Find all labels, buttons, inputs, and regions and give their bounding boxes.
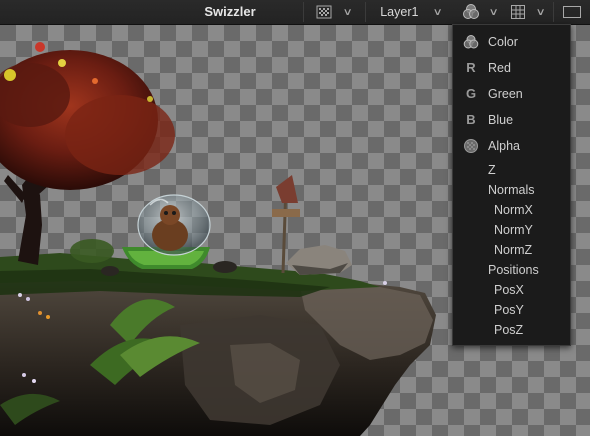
menu-item-label: Blue <box>488 113 514 127</box>
chevron-down-icon: ∨ <box>488 6 500 18</box>
menu-item-label: Z <box>488 163 496 177</box>
menu-item-posx[interactable]: PosX <box>453 279 570 301</box>
menu-item-normals[interactable]: Normals <box>453 179 570 201</box>
menu-item-label: Normals <box>488 183 535 197</box>
red-channel-icon: R <box>466 60 476 75</box>
chevron-down-icon: ∨ <box>342 6 354 18</box>
menu-item-label: Alpha <box>488 139 520 153</box>
viewer-title: Swizzler <box>204 4 256 19</box>
menu-item-green[interactable]: G Green <box>453 83 570 105</box>
menu-item-z[interactable]: Z <box>453 159 570 181</box>
menu-item-posy[interactable]: PosY <box>453 299 570 321</box>
blue-channel-icon: B <box>466 112 476 127</box>
menu-item-normx[interactable]: NormX <box>453 199 570 221</box>
color-channels-icon <box>463 34 479 50</box>
menu-item-label: Red <box>488 61 511 75</box>
menu-item-color[interactable]: Color <box>453 31 570 53</box>
menu-item-label: Color <box>488 35 518 49</box>
color-channels-icon <box>463 4 480 19</box>
menu-item-label: NormX <box>494 203 533 217</box>
toolbar-divider <box>365 2 366 22</box>
menu-item-label: NormZ <box>494 243 533 257</box>
menu-item-label: PosX <box>494 283 524 297</box>
menu-item-positions[interactable]: Positions <box>453 259 570 281</box>
channel-selector[interactable]: ∨ <box>458 0 502 24</box>
viewer-toolbar: Swizzler ∨ Layer1 ∨ ∨ ∨ <box>0 0 590 25</box>
fit-view-button[interactable] <box>558 0 586 24</box>
view-mode-button[interactable]: ∨ <box>312 0 356 24</box>
menu-item-label: PosY <box>494 303 524 317</box>
guides-button[interactable]: ∨ <box>506 0 550 24</box>
menu-item-normy[interactable]: NormY <box>453 219 570 241</box>
checker-view-icon <box>316 5 332 19</box>
green-channel-icon: G <box>465 86 477 101</box>
chevron-down-icon: ∨ <box>432 6 444 18</box>
menu-item-label: Positions <box>488 263 539 277</box>
frame-icon <box>563 6 581 18</box>
menu-item-normz[interactable]: NormZ <box>453 239 570 261</box>
menu-item-posz[interactable]: PosZ <box>453 319 570 341</box>
menu-item-label: Green <box>488 87 523 101</box>
menu-item-blue[interactable]: B Blue <box>453 109 570 131</box>
toolbar-divider <box>303 2 304 22</box>
menu-item-label: PosZ <box>494 323 524 337</box>
grid-icon <box>511 5 526 19</box>
chevron-down-icon: ∨ <box>535 6 547 18</box>
alpha-icon <box>463 138 479 154</box>
menu-item-label: NormY <box>494 223 533 237</box>
toolbar-divider <box>553 2 554 22</box>
channel-dropdown-menu: Color R Red G Green B Blue Alpha Z Norma… <box>452 24 571 346</box>
menu-item-red[interactable]: R Red <box>453 57 570 79</box>
layer-selector[interactable]: Layer1 ∨ <box>370 0 452 24</box>
layer-selector-label: Layer1 <box>380 5 419 19</box>
menu-item-alpha[interactable]: Alpha <box>453 135 570 157</box>
